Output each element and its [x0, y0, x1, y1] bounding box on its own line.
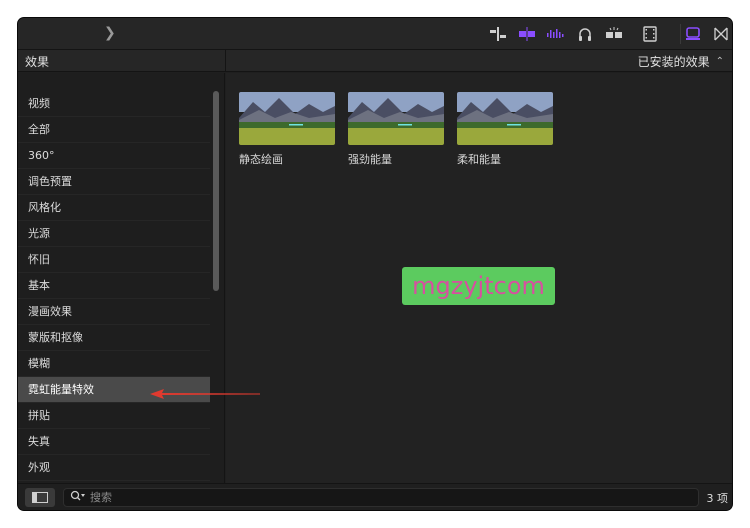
audio-waveform-purple-icon[interactable]	[518, 26, 536, 42]
category-item-comic[interactable]: 漫画效果	[18, 299, 210, 325]
effect-thumbnail	[457, 92, 553, 145]
category-label: 外观	[28, 461, 50, 474]
effect-tile[interactable]: 强劲能量	[348, 92, 444, 167]
category-label: 蒙版和抠像	[28, 331, 83, 344]
category-item-all[interactable]: 全部	[18, 117, 210, 143]
sidebar-toggle-icon	[32, 492, 48, 503]
category-item-video[interactable]: 视频	[18, 91, 210, 117]
category-label: 调色预置	[28, 175, 72, 188]
category-item-basics[interactable]: 基本	[18, 273, 210, 299]
category-list: 视频 全部 360° 调色预置 风格化 光源 怀旧 基本 漫画效果 蒙版和抠像 …	[18, 91, 210, 481]
sidebar-toggle-button[interactable]	[25, 488, 55, 507]
effect-name: 柔和能量	[457, 153, 501, 166]
header-divider	[225, 50, 226, 72]
effect-tile[interactable]: 静态绘画	[239, 92, 335, 167]
category-label: 漫画效果	[28, 305, 72, 318]
category-label: 光源	[28, 227, 50, 240]
panel-title: 效果	[25, 55, 50, 69]
headphones-icon[interactable]	[576, 26, 594, 42]
search-input[interactable]	[90, 491, 650, 504]
category-label: 视频	[28, 97, 50, 110]
audio-bars-purple-icon[interactable]	[546, 26, 564, 42]
effects-browser-icon[interactable]	[684, 26, 702, 42]
category-item-light[interactable]: 光源	[18, 221, 210, 247]
category-label: 拼贴	[28, 409, 50, 422]
category-label: 失真	[28, 435, 50, 448]
category-item-stylize[interactable]: 风格化	[18, 195, 210, 221]
effect-name: 静态绘画	[239, 153, 283, 166]
category-label: 全部	[28, 123, 50, 136]
category-sidebar: 视频 全部 360° 调色预置 风格化 光源 怀旧 基本 漫画效果 蒙版和抠像 …	[18, 73, 225, 483]
effects-grid: 静态绘画 强劲能量 柔和能量 mgzyjtcom	[226, 73, 732, 483]
magnifier-dropdown-icon[interactable]	[70, 490, 86, 505]
search-field[interactable]	[63, 488, 699, 507]
sparkle-clip-icon[interactable]	[605, 26, 623, 42]
effects-browser-window: ❯ 效果 已安装的效果 ⌃︎ 视频 全部 360° 调色预置 风格化 光源 怀旧…	[18, 18, 732, 510]
effect-tile[interactable]: 柔和能量	[457, 92, 553, 167]
effect-thumbnail	[348, 92, 444, 145]
item-count: 3 项	[706, 492, 729, 505]
up-down-arrows-icon: ⌃︎	[715, 56, 724, 67]
category-label: 霓虹能量特效	[28, 383, 94, 396]
category-label: 360°	[28, 149, 55, 162]
category-item-masks-keying[interactable]: 蒙版和抠像	[18, 325, 210, 351]
category-item-360[interactable]: 360°	[18, 143, 210, 169]
category-item-looks[interactable]: 外观	[18, 455, 210, 481]
top-toolbar: ❯	[18, 18, 732, 50]
annotation-arrow-icon	[150, 389, 260, 399]
installed-effects-label: 已安装的效果	[637, 55, 710, 69]
category-label: 怀旧	[28, 253, 50, 266]
category-label: 基本	[28, 279, 50, 292]
filmstrip-icon[interactable]	[641, 26, 659, 42]
bottom-bar: 3 项	[18, 483, 732, 510]
chevron-right-icon[interactable]: ❯	[104, 25, 116, 41]
category-item-blur[interactable]: 模糊	[18, 351, 210, 377]
effect-name: 强劲能量	[348, 153, 392, 166]
installed-effects-popup[interactable]: 已安装的效果 ⌃︎	[638, 53, 724, 70]
category-item-color-presets[interactable]: 调色预置	[18, 169, 210, 195]
category-item-distortion[interactable]: 失真	[18, 429, 210, 455]
category-label: 风格化	[28, 201, 61, 214]
category-label: 模糊	[28, 357, 50, 370]
category-item-nostalgia[interactable]: 怀旧	[18, 247, 210, 273]
sidebar-scrollbar[interactable]	[213, 91, 219, 291]
browser-header: 效果 已安装的效果 ⌃︎	[18, 50, 732, 72]
timeline-align-icon[interactable]	[489, 26, 507, 42]
watermark-label: mgzyjtcom	[402, 267, 555, 305]
transitions-icon[interactable]	[712, 26, 730, 42]
effect-thumbnail	[239, 92, 335, 145]
category-item-tiling[interactable]: 拼贴	[18, 403, 210, 429]
toolbar-divider	[680, 24, 681, 44]
